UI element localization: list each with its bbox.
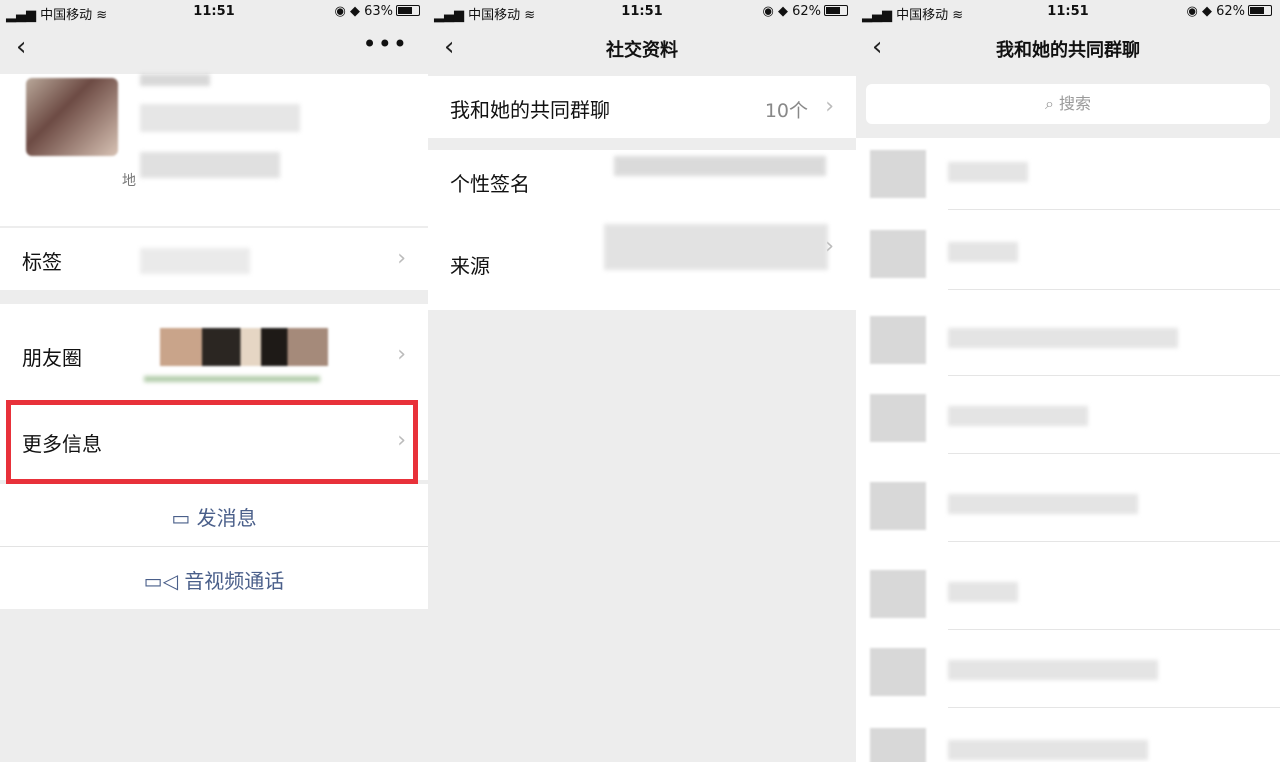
source-value-blurred <box>604 224 828 270</box>
back-chevron-left-icon[interactable]: ‹ <box>16 34 26 60</box>
divider <box>948 707 1280 708</box>
list-item[interactable] <box>856 306 1280 376</box>
tags-value-blurred <box>140 248 250 274</box>
chevron-right-icon: › <box>397 342 406 367</box>
group-avatar <box>870 728 926 762</box>
profile-details: 个性签名 来源 › <box>428 150 856 310</box>
profile-detail-blurred <box>140 152 280 178</box>
more-ellipsis-icon[interactable]: ••• <box>363 30 408 58</box>
list-item[interactable] <box>856 384 1280 454</box>
common-groups-row[interactable]: 我和她的共同群聊 10个 › <box>428 76 856 138</box>
common-groups-count: 10个 <box>764 100 808 122</box>
moments-captions-blurred <box>144 376 320 382</box>
divider <box>948 629 1280 630</box>
group-name-blurred <box>948 582 1018 602</box>
battery-indicator: ◉ ◆ 62% <box>1186 4 1272 19</box>
group-avatar <box>870 150 926 198</box>
common-groups-label: 我和她的共同群聊 <box>450 98 610 122</box>
nav-bar: ‹ ••• <box>0 24 428 74</box>
divider <box>948 453 1280 454</box>
tags-row[interactable]: 标签 › <box>0 228 428 290</box>
chat-bubble-icon: ▭ <box>171 506 197 530</box>
send-message-row[interactable]: ▭ 发消息 <box>0 484 428 546</box>
battery-indicator: ◉ ◆ 63% <box>334 4 420 19</box>
signature-value-blurred <box>614 156 826 176</box>
status-bar: ▂▄▆ 中国移动 ≋ 11:51 ◉ ◆ 63% <box>0 0 428 24</box>
nav-bar: ‹ 我和她的共同群聊 <box>856 24 1280 74</box>
battery-icon <box>824 5 848 16</box>
group-name-blurred <box>948 328 1178 348</box>
chevron-right-icon: › <box>397 246 406 271</box>
status-bar: ▂▄▆ 中国移动 ≋ 11:51 ◉ ◆ 62% <box>428 0 856 24</box>
source-label: 来源 <box>450 254 490 278</box>
chevron-right-icon: › <box>825 234 834 259</box>
moments-thumbnails <box>160 328 328 366</box>
page-title: 社交资料 <box>606 40 678 61</box>
profile-header: 地 <box>0 74 428 226</box>
divider <box>948 209 1280 210</box>
battery-icon <box>396 5 420 16</box>
send-message-button[interactable]: ▭ 发消息 <box>0 502 428 531</box>
group-avatar <box>870 394 926 442</box>
group-avatar <box>870 648 926 696</box>
av-call-button[interactable]: ▭◁ 音视频通话 <box>0 565 428 594</box>
group-name-blurred <box>948 494 1138 514</box>
group-list <box>856 138 1280 762</box>
search-input[interactable]: ⌕ 搜索 <box>866 84 1270 124</box>
battery-icon <box>1248 5 1272 16</box>
divider <box>948 375 1280 376</box>
moments-row[interactable]: 朋友圈 › <box>0 304 428 404</box>
group-name-blurred <box>948 162 1028 182</box>
group-name-blurred <box>948 406 1088 426</box>
avatar[interactable] <box>26 78 118 156</box>
list-item[interactable] <box>856 220 1280 290</box>
battery-indicator: ◉ ◆ 62% <box>762 4 848 19</box>
group-name-blurred <box>948 242 1018 262</box>
group-avatar <box>870 482 926 530</box>
search-icon: ⌕ <box>1044 94 1060 113</box>
av-call-row[interactable]: ▭◁ 音视频通话 <box>0 547 428 609</box>
status-bar: ▂▄▆ 中国移动 ≋ 11:51 ◉ ◆ 62% <box>856 0 1280 24</box>
profile-name-blurred <box>140 74 210 86</box>
divider <box>948 289 1280 290</box>
group-name-blurred <box>948 660 1158 680</box>
divider <box>948 541 1280 542</box>
profile-info-blurred <box>140 104 300 132</box>
page-title: 我和她的共同群聊 <box>996 40 1140 61</box>
social-profile-panel: ▂▄▆ 中国移动 ≋ 11:51 ◉ ◆ 62% ‹ 社交资料 我和她的共同群聊… <box>428 0 856 762</box>
group-name-blurred <box>948 740 1148 760</box>
group-avatar <box>870 230 926 278</box>
list-item[interactable] <box>856 140 1280 210</box>
group-avatar <box>870 570 926 618</box>
moments-label: 朋友圈 <box>22 346 82 370</box>
nav-bar: ‹ 社交资料 <box>428 24 856 74</box>
chevron-right-icon: › <box>825 94 834 119</box>
highlight-box <box>6 400 418 484</box>
signature-label: 个性签名 <box>450 172 530 196</box>
list-item[interactable] <box>856 718 1280 762</box>
video-camera-icon: ▭◁ <box>143 569 185 593</box>
profile-region-partial: 地 <box>122 173 136 189</box>
tags-label: 标签 <box>22 250 62 274</box>
contact-profile-panel: ▂▄▆ 中国移动 ≋ 11:51 ◉ ◆ 63% ‹ ••• 地 标签 › 朋友… <box>0 0 428 762</box>
group-avatar <box>870 316 926 364</box>
list-item[interactable] <box>856 472 1280 542</box>
common-groups-panel: ▂▄▆ 中国移动 ≋ 11:51 ◉ ◆ 62% ‹ 我和她的共同群聊 ⌕ 搜索 <box>856 0 1280 762</box>
list-item[interactable] <box>856 638 1280 708</box>
list-item[interactable] <box>856 560 1280 630</box>
